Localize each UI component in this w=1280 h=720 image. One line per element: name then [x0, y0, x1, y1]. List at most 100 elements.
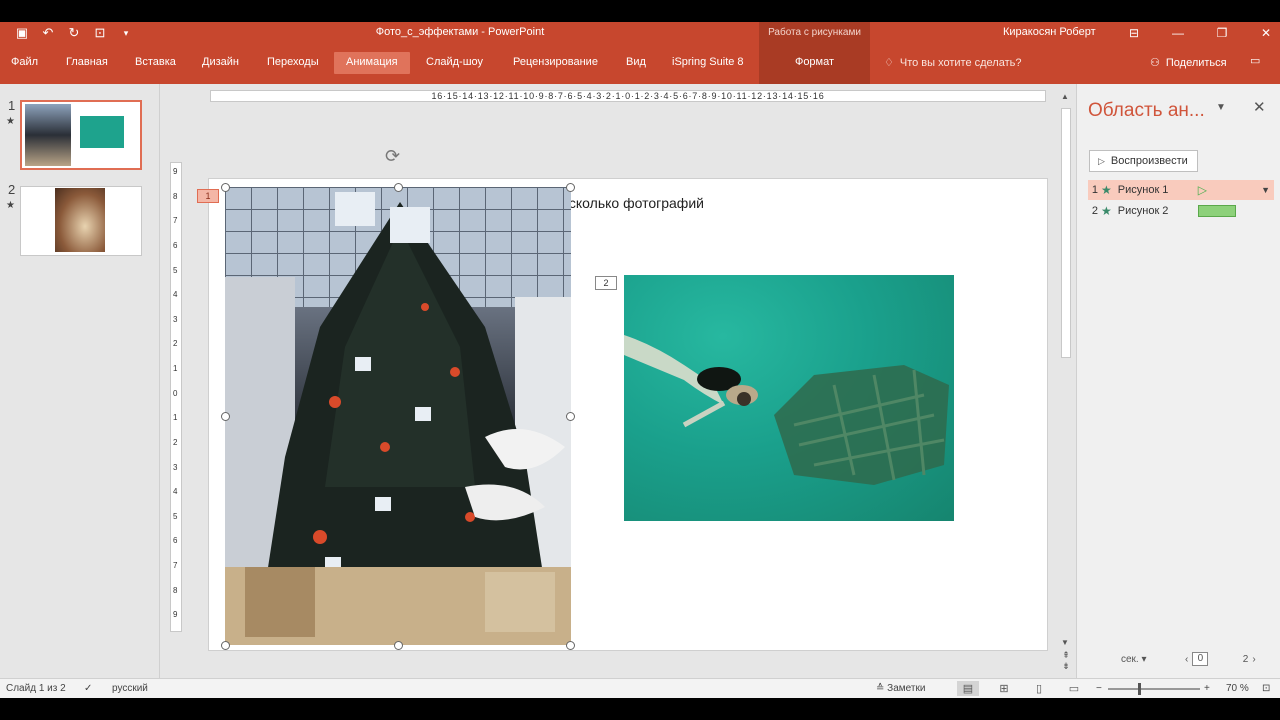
document-title: Фото_с_эффектами - PowerPoint [375, 26, 545, 38]
tab-animations[interactable]: Анимация [334, 52, 410, 74]
language-label[interactable]: русский [112, 683, 148, 694]
zoom-slider[interactable] [1108, 683, 1200, 695]
thumbnail-photo [25, 104, 71, 166]
resize-handle[interactable] [566, 183, 575, 192]
pane-title: Область ан... [1088, 100, 1205, 121]
play-button[interactable]: ▷ Воспроизвести [1089, 150, 1198, 172]
timeline-end: 2 [1242, 653, 1249, 665]
entrance-star-icon: ★ [1101, 204, 1112, 218]
animation-pane: Область ан... ▼ ✕ ▷ Воспроизвести 1 ★ Ри… [1076, 84, 1280, 678]
tab-review[interactable]: Рецензирование [513, 56, 598, 68]
vertical-scrollbar[interactable]: ▲ ▼ [1059, 90, 1073, 650]
scroll-left-icon[interactable]: ‹ [1185, 654, 1188, 665]
slide-title[interactable]: Несколько фотографий [551, 195, 704, 211]
tab-insert[interactable]: Вставка [135, 56, 176, 68]
normal-view-icon[interactable]: ▤ [957, 681, 979, 696]
seconds-dropdown[interactable]: сек. ▾ [1121, 654, 1147, 665]
slide-canvas[interactable]: 1 2 Несколько фотографий ⟳ [197, 146, 1048, 651]
ribbon-display-icon[interactable]: ⊟ [1112, 22, 1156, 44]
zoom-out-icon[interactable]: − [1096, 683, 1102, 694]
animation-star-icon: ★ [6, 116, 15, 127]
ruler-label: 7 [173, 561, 178, 570]
scroll-thumb[interactable] [1061, 108, 1071, 358]
ribbon-tabs: Файл Главная Вставка Дизайн Переходы Ани… [0, 44, 1280, 84]
customize-qat-icon[interactable]: ▾ [116, 24, 136, 42]
tab-slideshow[interactable]: Слайд-шоу [426, 56, 483, 68]
ruler-label: 8 [173, 586, 178, 595]
christmas-tree-photo[interactable] [225, 187, 571, 645]
animation-order-tag-1[interactable]: 1 [197, 189, 219, 203]
redo-icon[interactable]: ↻ [64, 24, 84, 42]
seconds-label: сек. [1121, 654, 1139, 665]
animation-item-1[interactable]: 1 ★ Рисунок 1 ▷ ▼ [1088, 180, 1274, 200]
scroll-right-icon[interactable]: › [1252, 654, 1255, 665]
resize-handle[interactable] [221, 183, 230, 192]
resize-handle[interactable] [394, 641, 403, 650]
resize-handle[interactable] [221, 412, 230, 421]
minimize-icon[interactable]: — [1156, 22, 1200, 44]
undo-icon[interactable]: ↶ [38, 24, 58, 42]
slide-editor: 16·15·14·13·12·11·10·9·8·7·6·5·4·3·2·1·0… [162, 84, 1074, 678]
lightbulb-icon: ♢ [884, 57, 894, 69]
tab-ispring[interactable]: iSpring Suite 8 [672, 56, 744, 68]
tab-file[interactable]: Файл [11, 56, 38, 68]
animation-order-tag-2[interactable]: 2 [595, 276, 617, 290]
animation-number: 1 [1091, 184, 1098, 196]
notes-button[interactable]: ≙ Заметки [876, 683, 925, 694]
notes-label: Заметки [887, 683, 926, 694]
tab-home[interactable]: Главная [66, 56, 108, 68]
resize-handle[interactable] [566, 412, 575, 421]
timing-bar[interactable] [1197, 205, 1236, 217]
reading-view-icon[interactable]: ▯ [1028, 681, 1050, 696]
chevron-down-icon[interactable]: ▼ [1261, 185, 1270, 195]
slide-info: Слайд 1 из 2 [6, 683, 66, 694]
spellcheck-icon[interactable]: ✓ [84, 683, 92, 694]
tab-transitions[interactable]: Переходы [267, 56, 319, 68]
underwater-diver-photo[interactable] [624, 275, 954, 521]
close-icon[interactable]: ✕ [1253, 98, 1266, 116]
ruler-label: 9 [173, 167, 178, 176]
scroll-up-icon[interactable]: ▲ [1061, 92, 1069, 101]
animation-item-2[interactable]: 2 ★ Рисунок 2 [1088, 201, 1274, 221]
ruler-label: 5 [173, 266, 178, 275]
previous-slide-icon[interactable]: ⇞ [1059, 650, 1073, 661]
christmas-tree-image [225, 187, 571, 645]
zoom-slider-knob[interactable] [1138, 683, 1141, 695]
entrance-star-icon: ★ [1101, 183, 1112, 197]
resize-handle[interactable] [566, 641, 575, 650]
ruler-label: 0 [173, 389, 178, 398]
close-icon[interactable]: ✕ [1244, 22, 1280, 44]
comment-icon[interactable]: ▭ [1250, 54, 1260, 67]
tell-me-box[interactable]: ♢ Что вы хотите сделать? [884, 56, 1021, 70]
animation-star-icon: ★ [6, 200, 15, 211]
slide-thumbnails-pane: 1 ★ 2 ★ [0, 84, 160, 678]
thumbnail-number: 1 [8, 98, 16, 113]
play-icon: ▷ [1098, 155, 1105, 166]
pane-options-icon[interactable]: ▼ [1216, 102, 1226, 113]
ruler-label: 6 [173, 536, 178, 545]
thumbnail-number: 2 [8, 182, 16, 197]
share-button[interactable]: ⚇ Поделиться [1150, 56, 1227, 70]
vertical-ruler: 9 8 7 6 5 4 3 2 1 0 1 2 3 4 5 6 7 8 9 [170, 162, 182, 632]
tab-design[interactable]: Дизайн [202, 56, 239, 68]
ruler-label: 3 [173, 463, 178, 472]
slide-sorter-icon[interactable]: ⊞ [993, 681, 1015, 696]
slideshow-icon[interactable]: ▭ [1063, 681, 1085, 696]
slide-thumbnail-1[interactable] [20, 100, 142, 170]
rotate-handle-icon[interactable]: ⟳ [385, 146, 400, 167]
restore-icon[interactable]: ❐ [1200, 22, 1244, 44]
zoom-level[interactable]: 70 % [1226, 683, 1249, 694]
tab-view[interactable]: Вид [626, 56, 646, 68]
user-name[interactable]: Киракосян Роберт [1003, 26, 1096, 38]
presenter-icon[interactable]: ⊡ [90, 24, 110, 42]
slide-thumbnail-2[interactable] [20, 186, 142, 256]
save-icon[interactable]: ▣ [12, 24, 32, 42]
window-controls: ⊟ — ❐ ✕ [1112, 22, 1280, 44]
resize-handle[interactable] [394, 183, 403, 192]
zoom-in-icon[interactable]: + [1204, 683, 1210, 694]
next-slide-icon[interactable]: ⇟ [1059, 661, 1073, 672]
fit-to-window-icon[interactable]: ⊡ [1262, 683, 1270, 694]
resize-handle[interactable] [221, 641, 230, 650]
tab-format-label[interactable]: Формат [759, 56, 870, 68]
scroll-down-icon[interactable]: ▼ [1061, 638, 1069, 647]
